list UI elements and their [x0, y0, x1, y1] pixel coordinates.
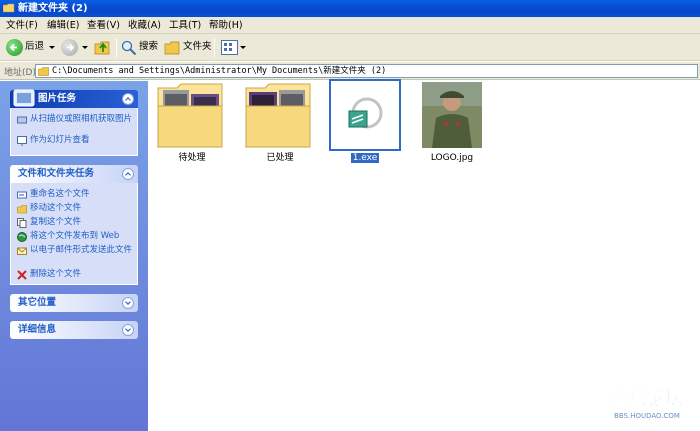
copy-icon	[17, 218, 27, 228]
back-button[interactable]: 后退	[25, 41, 44, 52]
picture-tasks-body: 从扫描仪或照相机获取图片 作为幻灯片查看	[10, 108, 138, 156]
views-dropdown-icon[interactable]	[240, 46, 246, 49]
expand-chevron-icon[interactable]	[122, 297, 134, 309]
file-name: 待处理	[178, 153, 206, 163]
folders-button[interactable]: 文件夹	[183, 41, 212, 52]
address-bar: 地址(D) C:\Documents and Settings\Administ…	[0, 62, 700, 80]
exe-icon	[348, 97, 383, 129]
forward-arrow-icon[interactable]	[61, 39, 78, 56]
camera-icon	[13, 89, 35, 107]
menu-tools[interactable]: 工具(T)	[169, 19, 201, 32]
forward-dropdown-icon[interactable]	[82, 46, 88, 49]
menu-edit[interactable]: 编辑(E)	[47, 19, 79, 32]
delete-icon	[17, 270, 27, 280]
picture-tasks-title: 图片任务	[38, 93, 77, 104]
folder-icon	[157, 83, 223, 148]
file-item-folder-done[interactable]: 已处理	[245, 82, 315, 166]
move-icon	[17, 205, 27, 214]
address-field[interactable]: C:\Documents and Settings\Administrator\…	[35, 64, 698, 78]
menu-file[interactable]: 文件(F)	[6, 19, 38, 32]
folder-icon	[38, 67, 49, 76]
views-icon[interactable]	[221, 40, 238, 55]
scanner-icon	[17, 116, 27, 124]
expand-chevron-icon[interactable]	[122, 324, 134, 336]
menu-bar: 文件(F) 编辑(E) 查看(V) 收藏(A) 工具(T) 帮助(H)	[0, 17, 700, 34]
up-folder-icon[interactable]	[94, 39, 112, 56]
file-thumbnail	[329, 79, 401, 151]
svg-text:猴岛论坛: 猴岛论坛	[611, 388, 683, 410]
other-places-header[interactable]: 其它位置	[10, 294, 138, 312]
menu-favorites[interactable]: 收藏(A)	[128, 19, 161, 32]
other-places-title: 其它位置	[18, 297, 57, 308]
file-name: 已处理	[266, 153, 294, 163]
collapse-chevron-icon[interactable]	[122, 168, 134, 180]
email-icon	[17, 247, 27, 255]
file-tasks-body: 重命名这个文件 移动这个文件 复制这个文件 将这个文件发布到 Web 以电子邮件…	[10, 183, 138, 285]
watermark-logo: 猴岛论坛 BBS.HOUDAO.COM	[611, 388, 684, 420]
folder-icon	[3, 3, 15, 13]
picture-tasks-header[interactable]: 图片任务	[10, 89, 138, 108]
task-pane: 图片任务 从扫描仪或照相机获取图片 作为幻灯片查看 文件和文件夹任务 重命名这个…	[0, 81, 148, 431]
file-item-logo-jpg[interactable]: LOGO.jpg	[422, 82, 484, 166]
menu-help[interactable]: 帮助(H)	[209, 19, 243, 32]
rename-icon	[17, 191, 27, 199]
window-title: 新建文件夹 (2)	[18, 3, 88, 14]
toolbar: 后退 搜索 文件夹	[0, 34, 700, 61]
folder-icon	[245, 83, 311, 148]
details-header[interactable]: 详细信息	[10, 321, 138, 339]
file-item-folder-pending[interactable]: 待处理	[157, 82, 227, 166]
folders-icon[interactable]	[164, 40, 181, 56]
file-tasks-title: 文件和文件夹任务	[18, 168, 95, 179]
globe-icon	[17, 232, 27, 242]
file-name: LOGO.jpg	[430, 153, 474, 163]
photo-thumbnail	[422, 82, 482, 148]
file-name: 1.exe	[350, 153, 380, 163]
search-icon[interactable]	[121, 40, 137, 56]
title-bar[interactable]: 新建文件夹 (2)	[0, 0, 700, 17]
file-tasks-header[interactable]: 文件和文件夹任务	[10, 165, 138, 183]
search-button[interactable]: 搜索	[139, 41, 158, 52]
slideshow-icon	[17, 136, 27, 146]
address-path: C:\Documents and Settings\Administrator\…	[52, 66, 387, 76]
menu-view[interactable]: 查看(V)	[87, 19, 120, 32]
collapse-chevron-icon[interactable]	[122, 93, 134, 105]
file-item-exe-selected[interactable]: 1.exe	[329, 79, 401, 165]
details-title: 详细信息	[18, 324, 57, 335]
back-arrow-icon[interactable]	[6, 39, 23, 56]
back-dropdown-icon[interactable]	[49, 46, 55, 49]
address-label: 地址(D)	[4, 68, 36, 78]
svg-text:BBS.HOUDAO.COM: BBS.HOUDAO.COM	[614, 412, 680, 420]
